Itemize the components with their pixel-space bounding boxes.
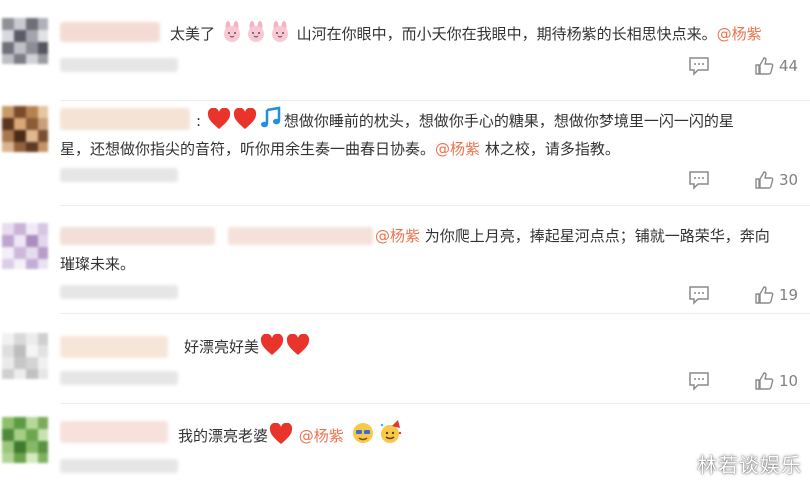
comment-item: 太美了 山河在你眼中，而小夭你在我眼中，期待杨紫的长相思快点来。@杨紫 44 bbox=[0, 0, 810, 100]
like-button[interactable]: 19 bbox=[754, 285, 798, 305]
mention-link[interactable]: @杨紫 bbox=[717, 25, 762, 43]
comment-text-part: 好漂亮好美 bbox=[184, 338, 260, 356]
mention-link[interactable]: @杨紫 bbox=[299, 427, 344, 445]
like-button[interactable]: 30 bbox=[754, 170, 798, 190]
comment-icon bbox=[688, 371, 710, 391]
reply-button[interactable] bbox=[688, 285, 710, 305]
bunny-emoji-icon bbox=[269, 21, 291, 53]
comment-item: 好漂亮好美 10 bbox=[0, 313, 810, 403]
comment-text: 星，还想做你指尖的音符，听你用余生奏一曲春日协奏。@杨紫 林之校，请多指教。 bbox=[60, 134, 620, 164]
bunny-emoji-icon bbox=[245, 21, 267, 53]
comment-item: @杨紫 为你爬上月亮，捧起星河点点；铺就一路荣华，奔向 璀璨未来。 19 bbox=[0, 205, 810, 313]
mention-link[interactable]: @杨紫 bbox=[375, 227, 420, 245]
thumbs-up-icon bbox=[754, 56, 774, 76]
thumbs-up-icon bbox=[754, 285, 774, 305]
comment-text-part: 星，还想做你指尖的音符，听你用余生奏一曲春日协奏。 bbox=[60, 140, 436, 158]
comment-item: : 想做你睡前的枕头，想做你手心的糖果，想做你梦境里一闪一闪的星 星，还想做你指… bbox=[0, 100, 810, 205]
comment-item: 我的漂亮老婆 @杨紫 bbox=[0, 403, 810, 488]
bunny-emoji-icon bbox=[221, 21, 243, 53]
reply-button[interactable] bbox=[688, 56, 710, 76]
meta-blurred bbox=[60, 285, 178, 299]
meta-blurred bbox=[60, 371, 178, 385]
watermark-text: 林若谈娱乐 bbox=[697, 453, 802, 477]
avatar[interactable] bbox=[2, 417, 48, 463]
username-blurred[interactable] bbox=[60, 22, 160, 42]
avatar[interactable] bbox=[2, 223, 48, 269]
like-count: 44 bbox=[779, 57, 799, 75]
face-emoji-icon bbox=[350, 419, 376, 455]
meta-blurred bbox=[60, 168, 178, 182]
avatar[interactable] bbox=[2, 106, 48, 152]
avatar[interactable] bbox=[2, 18, 48, 64]
comment-text-part: 璀璨未来。 bbox=[60, 255, 136, 273]
comment-text: 我的漂亮老婆 @杨紫 bbox=[178, 419, 405, 455]
comment-icon bbox=[688, 170, 710, 190]
meta-blurred bbox=[60, 58, 178, 72]
reply-button[interactable] bbox=[688, 170, 710, 190]
comment-text-part: 我的漂亮老婆 bbox=[178, 427, 269, 445]
username-blurred[interactable] bbox=[60, 421, 168, 443]
heart-emoji-icon bbox=[260, 333, 284, 366]
username-blurred[interactable] bbox=[60, 108, 190, 130]
like-count: 19 bbox=[779, 286, 799, 304]
comment-text-part: : bbox=[196, 112, 202, 130]
avatar[interactable] bbox=[2, 333, 48, 379]
username-blurred[interactable] bbox=[60, 336, 168, 358]
comment-icon bbox=[688, 285, 710, 305]
comment-text-part: 为你爬上月亮，捧起星河点点；铺就一路荣华，奔向 bbox=[424, 227, 770, 245]
heart-emoji-icon bbox=[269, 422, 293, 455]
thumbs-up-icon bbox=[754, 170, 774, 190]
heart-emoji-icon bbox=[286, 333, 310, 366]
comment-text-part: 山河在你眼中，而小夭你在我眼中，期待杨紫的长相思快点来。 bbox=[296, 25, 717, 43]
comment-text: 太美了 山河在你眼中，而小夭你在我眼中，期待杨紫的长相思快点来。@杨紫 bbox=[170, 19, 762, 53]
party-face-emoji-icon bbox=[378, 419, 404, 455]
comment-text: @杨紫 为你爬上月亮，捧起星河点点；铺就一路荣华，奔向 bbox=[375, 221, 770, 251]
username-blurred[interactable] bbox=[60, 227, 215, 245]
mention-link[interactable]: @杨紫 bbox=[435, 140, 480, 158]
comment-text: 璀璨未来。 bbox=[60, 249, 135, 279]
meta-blurred bbox=[60, 459, 178, 473]
comment-text: 好漂亮好美 bbox=[184, 332, 311, 366]
like-button[interactable]: 10 bbox=[754, 371, 798, 391]
comment-icon bbox=[688, 56, 710, 76]
like-count: 30 bbox=[779, 171, 799, 189]
comment-text-part: 想做你睡前的枕头，想做你手心的糖果，想做你梦境里一闪一闪的星 bbox=[283, 112, 734, 130]
thumbs-up-icon bbox=[754, 371, 774, 391]
like-count: 10 bbox=[779, 372, 799, 390]
reply-button[interactable] bbox=[688, 371, 710, 391]
like-button[interactable]: 44 bbox=[754, 56, 798, 76]
comment-text-part: 林之校，请多指教。 bbox=[484, 140, 620, 158]
username-blurred bbox=[228, 227, 373, 245]
comment-text-part: 太美了 bbox=[170, 25, 216, 43]
